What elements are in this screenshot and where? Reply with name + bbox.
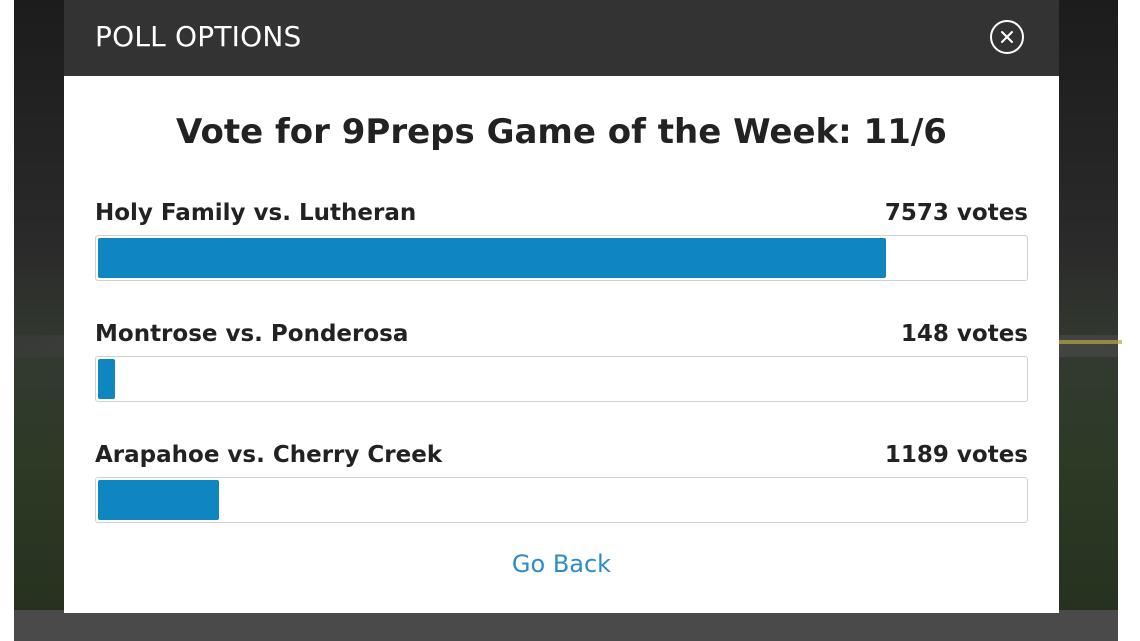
poll-option-label: Arapahoe vs. Cherry Creek — [95, 442, 443, 468]
poll-option-label: Montrose vs. Ponderosa — [95, 321, 409, 347]
go-back-link-container: Go Back — [64, 550, 1059, 578]
go-back-link[interactable]: Go Back — [512, 550, 611, 578]
poll-option-bar-track — [95, 477, 1028, 523]
close-icon — [1001, 31, 1013, 43]
poll-option-votes: 7573 votes — [884, 200, 1028, 226]
bottom-bar — [14, 610, 1118, 641]
poll-option-bar-fill — [98, 359, 115, 399]
poll-option-votes: 1189 votes — [884, 442, 1028, 468]
poll-option-label: Holy Family vs. Lutheran — [95, 200, 417, 226]
modal-title: POLL OPTIONS — [95, 20, 302, 53]
modal-header: POLL OPTIONS — [64, 0, 1059, 76]
poll-option-bar-track — [95, 356, 1028, 402]
poll-option-bar-fill — [98, 238, 886, 278]
poll-modal: POLL OPTIONS Vote for 9Preps Game of the… — [64, 0, 1059, 613]
poll-option-bar-track — [95, 235, 1028, 281]
poll-title: Vote for 9Preps Game of the Week: 11/6 — [176, 112, 947, 152]
poll-option-bar-fill — [98, 480, 219, 520]
close-button[interactable] — [990, 20, 1024, 54]
poll-option-votes: 148 votes — [900, 321, 1028, 347]
